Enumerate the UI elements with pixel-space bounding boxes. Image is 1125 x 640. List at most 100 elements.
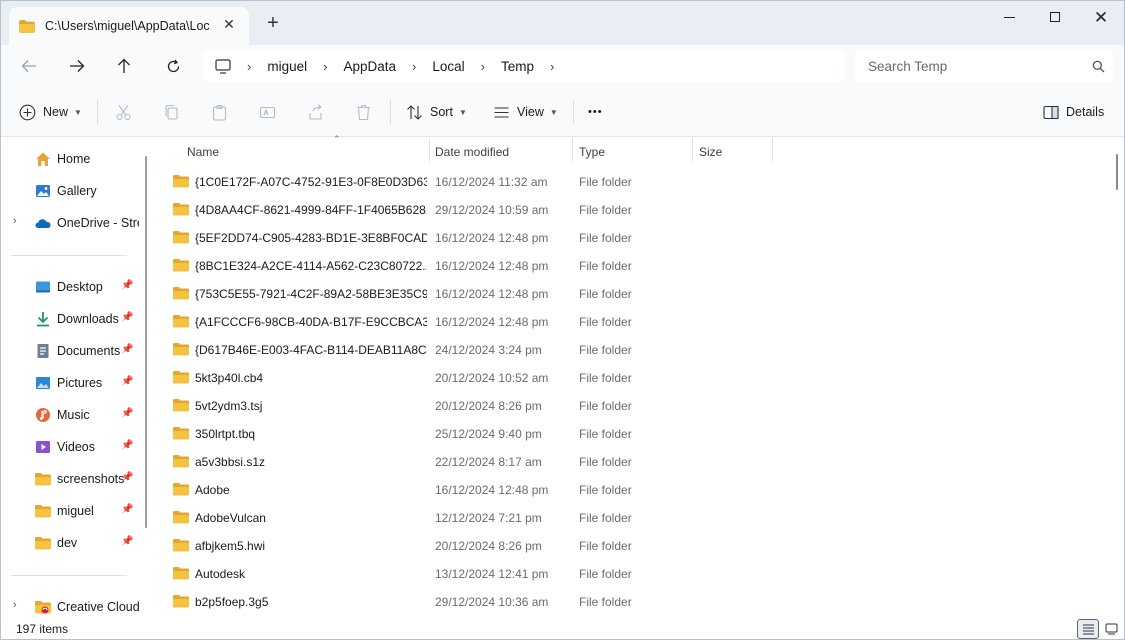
column-divider[interactable] xyxy=(429,138,430,162)
column-header-size[interactable]: Size xyxy=(699,140,769,164)
table-row[interactable]: a5v3bbsi.s1z 22/12/2024 8:17 am File folde… xyxy=(153,448,1109,476)
table-row[interactable]: {8BC1E324-A2CE-4114-A562-C23C80722... 16/… xyxy=(153,252,1109,280)
table-row[interactable]: {1C0E172F-A07C-4752-91E3-0F8E0D3D63... 16… xyxy=(153,168,1109,196)
table-row[interactable]: {4D8AA4CF-8621-4999-84FF-1F4065B628... 29… xyxy=(153,196,1109,224)
more-options-button[interactable]: ••• xyxy=(588,98,603,126)
column-header-date[interactable]: Date modified xyxy=(435,140,565,164)
back-button[interactable] xyxy=(14,53,44,79)
search-icon[interactable] xyxy=(1083,60,1113,73)
pin-icon[interactable]: 📌 xyxy=(121,536,133,547)
sidebar-item-desktop[interactable]: Desktop 📌 xyxy=(1,274,143,300)
search-input[interactable]: Search Temp xyxy=(855,50,1113,82)
pin-icon[interactable]: 📌 xyxy=(121,280,133,291)
details-label: Details xyxy=(1066,105,1105,119)
forward-arrow-icon xyxy=(70,60,85,72)
pin-icon[interactable]: 📌 xyxy=(121,344,133,355)
breadcrumb-appdata[interactable]: AppData xyxy=(343,59,396,74)
delete-button[interactable] xyxy=(355,98,372,126)
plus-icon[interactable]: + xyxy=(263,13,283,33)
paste-button[interactable] xyxy=(211,98,228,126)
table-row[interactable]: b2p5foep.3g5 29/12/2024 10:36 am File fold… xyxy=(153,588,1109,616)
breadcrumb-miguel[interactable]: miguel xyxy=(267,59,307,74)
table-row[interactable]: 5kt3p40l.cb4 20/12/2024 10:52 am File fold… xyxy=(153,364,1109,392)
file-name: a5v3bbsi.s1z xyxy=(195,455,266,469)
pin-icon[interactable]: 📌 xyxy=(121,312,133,323)
sidebar-item-music[interactable]: Music 📌 xyxy=(1,402,143,428)
sidebar-item-documents[interactable]: Documents 📌 xyxy=(1,338,143,364)
up-button[interactable] xyxy=(109,53,139,79)
details-view-button[interactable] xyxy=(1077,619,1099,639)
sidebar-item-gallery[interactable]: Gallery xyxy=(1,178,143,204)
tab-title: C:\Users\miguel\AppData\Loc xyxy=(45,19,210,33)
sidebar-item-home[interactable]: Home xyxy=(1,146,143,172)
address-bar[interactable]: › miguel › AppData › Local › Temp › xyxy=(203,50,845,82)
details-pane-button[interactable]: Details xyxy=(1043,98,1104,126)
table-row[interactable]: {5EF2DD74-C905-4283-BD1E-3E8BF0CAD... 16/… xyxy=(153,224,1109,252)
breadcrumb-local[interactable]: Local xyxy=(432,59,464,74)
view-button[interactable]: View ▼ xyxy=(493,98,558,126)
sidebar-item-videos[interactable]: Videos 📌 xyxy=(1,434,143,460)
vertical-scrollbar[interactable] xyxy=(1109,138,1124,616)
table-row[interactable]: {D617B46E-E003-4FAC-B114-DEAB11A8C... 24/… xyxy=(153,336,1109,364)
cut-button[interactable] xyxy=(115,98,132,126)
chevron-right-icon[interactable]: › xyxy=(13,599,17,611)
pin-icon[interactable]: 📌 xyxy=(121,440,133,451)
pin-icon[interactable]: 📌 xyxy=(121,408,133,419)
tiles-view-icon xyxy=(1105,623,1117,635)
file-type: File folder xyxy=(579,371,632,385)
close-icon[interactable]: ✕ xyxy=(219,16,239,33)
column-divider[interactable] xyxy=(692,138,693,162)
maximize-button[interactable] xyxy=(1032,1,1078,33)
folder-icon xyxy=(173,287,189,300)
file-type: File folder xyxy=(579,231,632,245)
pin-icon[interactable]: 📌 xyxy=(121,376,133,387)
close-button[interactable]: ✕ xyxy=(1078,1,1124,33)
chevron-right-icon[interactable]: › xyxy=(412,59,416,74)
chevron-right-icon[interactable]: › xyxy=(247,59,251,74)
sidebar-item-screenshots[interactable]: screenshots 📌 xyxy=(1,466,143,492)
sort-button[interactable]: Sort ▼ xyxy=(406,98,467,126)
chevron-right-icon[interactable]: › xyxy=(550,59,554,74)
file-date-modified: 20/12/2024 8:26 pm xyxy=(435,539,542,553)
table-row[interactable]: {A1FCCCF6-98CB-40DA-B17F-E9CCBCA3... 16/1… xyxy=(153,308,1109,336)
share-button[interactable] xyxy=(307,98,324,126)
sidebar-item-dev[interactable]: dev 📌 xyxy=(1,530,143,556)
chevron-right-icon[interactable]: › xyxy=(13,215,17,227)
pin-icon[interactable]: 📌 xyxy=(121,472,133,483)
table-row[interactable]: afbjkem5.hwi 20/12/2024 8:26 pm File folde… xyxy=(153,532,1109,560)
copy-button[interactable] xyxy=(163,98,180,126)
sidebar-item-pictures[interactable]: Pictures 📌 xyxy=(1,370,143,396)
column-divider[interactable] xyxy=(572,138,573,162)
column-header-name[interactable]: Name ⌃ xyxy=(187,134,427,164)
table-row[interactable]: Adobe 16/12/2024 12:48 pm File folder xyxy=(153,476,1109,504)
scrollbar-thumb[interactable] xyxy=(1116,154,1118,190)
minimize-button[interactable] xyxy=(986,1,1032,33)
sidebar-scrollbar[interactable] xyxy=(145,156,147,528)
folder-icon xyxy=(173,315,189,328)
column-divider[interactable] xyxy=(772,138,773,162)
file-type: File folder xyxy=(579,483,632,497)
more-icon: ••• xyxy=(588,106,603,118)
folder-icon xyxy=(35,473,51,486)
column-header-type[interactable]: Type xyxy=(579,140,689,164)
table-row[interactable]: 350lrtpt.tbq 25/12/2024 9:40 pm File folde… xyxy=(153,420,1109,448)
table-row[interactable]: 5vt2ydm3.tsj 20/12/2024 8:26 pm File folde… xyxy=(153,392,1109,420)
refresh-button[interactable] xyxy=(158,53,188,79)
table-row[interactable]: {753C5E55-7921-4C2F-89A2-58BE3E35C9... 16… xyxy=(153,280,1109,308)
table-row[interactable]: AdobeVulcan 12/12/2024 7:21 pm File folder xyxy=(153,504,1109,532)
chevron-right-icon[interactable]: › xyxy=(481,59,485,74)
table-row[interactable]: Autodesk 13/12/2024 12:41 pm File folder xyxy=(153,560,1109,588)
sidebar-item-downloads[interactable]: Downloads 📌 xyxy=(1,306,143,332)
sidebar-item-miguel[interactable]: miguel 📌 xyxy=(1,498,143,524)
tab-temp[interactable]: C:\Users\miguel\AppData\Loc ✕ xyxy=(9,7,249,45)
folder-icon xyxy=(173,511,189,524)
file-date-modified: 13/12/2024 12:41 pm xyxy=(435,567,549,581)
sidebar-item-onedrive[interactable]: › OneDrive - Stre xyxy=(1,210,143,236)
tiles-view-button[interactable] xyxy=(1100,619,1122,639)
pin-icon[interactable]: 📌 xyxy=(121,504,133,515)
new-button[interactable]: New ▼ xyxy=(19,98,82,126)
breadcrumb-temp[interactable]: Temp xyxy=(501,59,534,74)
chevron-right-icon[interactable]: › xyxy=(323,59,327,74)
forward-button[interactable] xyxy=(62,53,92,79)
rename-button[interactable] xyxy=(259,98,276,126)
